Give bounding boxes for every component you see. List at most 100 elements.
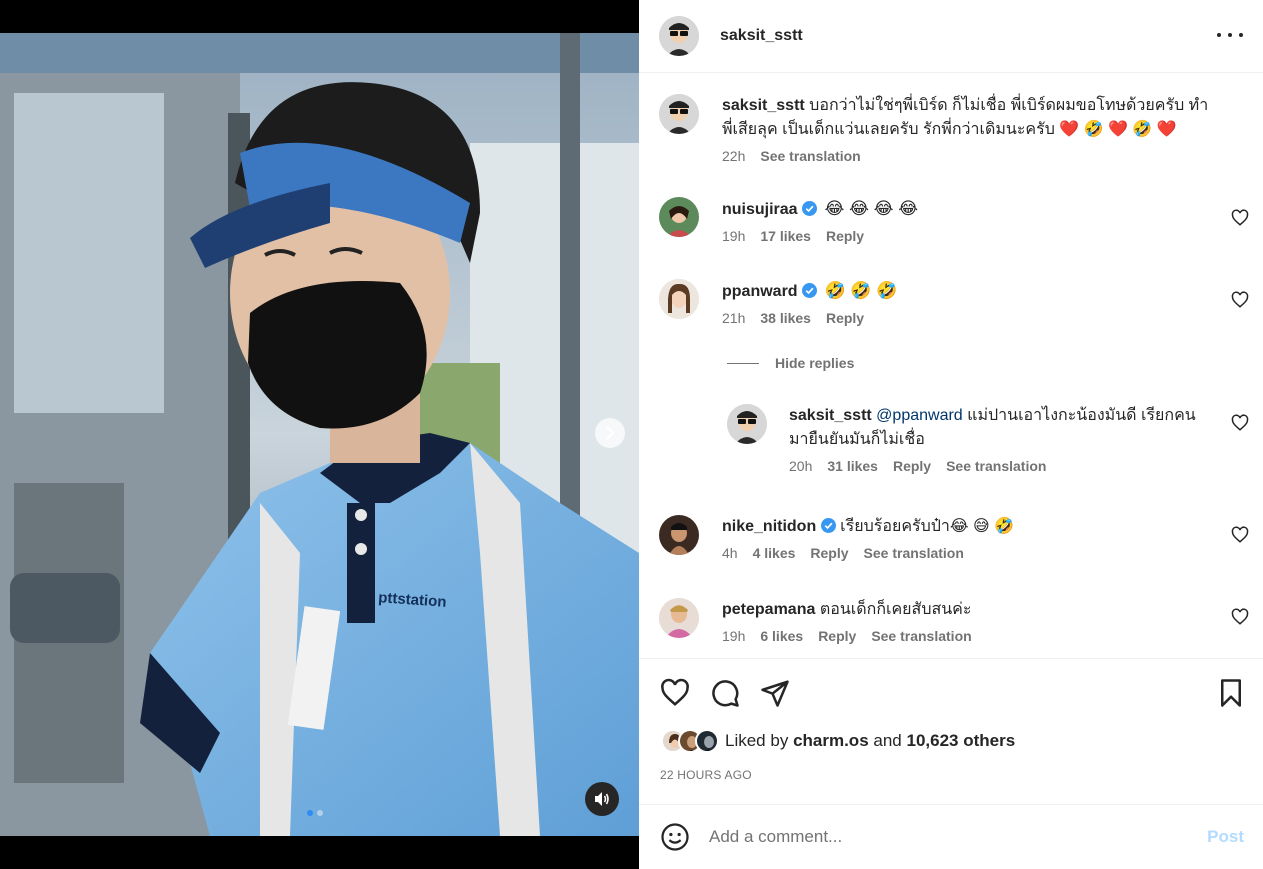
reply-avatar[interactable] bbox=[727, 404, 767, 444]
comment-body: เรียบร้อยครับป๋า😂 😅 🤣 bbox=[840, 518, 1015, 535]
comment-text: ppanward 🤣 🤣 🤣 bbox=[722, 279, 1249, 304]
comment-text: petepamana ตอนเด็กก็เคยสับสนค่ะ bbox=[722, 598, 1249, 622]
post-header: saksit_sstt bbox=[639, 0, 1263, 73]
liked-by-others[interactable]: 10,623 others bbox=[907, 731, 1016, 750]
like-comment-heart-icon[interactable] bbox=[1231, 209, 1249, 227]
see-translation-link[interactable]: See translation bbox=[946, 458, 1046, 474]
comment-body: 🤣 🤣 🤣 bbox=[824, 281, 898, 300]
caption-time[interactable]: 22h bbox=[722, 148, 745, 164]
liker-avatars bbox=[661, 729, 719, 753]
post-comment-button[interactable]: Post bbox=[1207, 827, 1244, 847]
caption-username[interactable]: saksit_sstt bbox=[722, 97, 805, 114]
emoji-smile-icon[interactable] bbox=[660, 822, 690, 852]
caption-line2: พี่เสียลุค เป็นเด็กแว่นเลยครับ รักพี่กว่… bbox=[722, 121, 1055, 138]
more-horizontal-icon bbox=[1217, 33, 1221, 37]
caption-emojis: ❤️ 🤣 ❤️ 🤣 ❤️ bbox=[1059, 121, 1177, 138]
comment-bubble-icon[interactable] bbox=[710, 678, 740, 708]
chevron-right-icon bbox=[606, 426, 615, 440]
comment-username[interactable]: petepamana bbox=[722, 601, 815, 618]
liked-by-user[interactable]: charm.os bbox=[793, 731, 869, 750]
post-timestamp[interactable]: 22 HOURS AGO bbox=[660, 768, 752, 782]
comment-input[interactable] bbox=[709, 827, 1149, 847]
hide-replies-button[interactable]: Hide replies bbox=[727, 355, 854, 371]
author-username[interactable]: saksit_sstt bbox=[720, 27, 803, 45]
comment-item: ppanward 🤣 🤣 🤣 21h 38 likes Reply bbox=[659, 279, 1249, 326]
reply-time[interactable]: 20h bbox=[789, 458, 812, 474]
verified-badge-icon bbox=[802, 283, 818, 298]
liked-by-row: Liked by charm.os and 10,623 others bbox=[661, 729, 1015, 753]
carousel-indicator bbox=[307, 810, 323, 816]
comments-list: saksit_sstt บอกว่าไม่ใช่ๆพี่เบิร์ด ก็ไม่… bbox=[639, 74, 1263, 658]
comment-likes[interactable]: 4 likes bbox=[753, 545, 796, 561]
like-heart-icon[interactable] bbox=[660, 678, 690, 708]
like-comment-heart-icon[interactable] bbox=[1231, 526, 1249, 544]
liked-by-text: Liked by charm.os and 10,623 others bbox=[725, 731, 1015, 751]
reply-button[interactable]: Reply bbox=[826, 310, 864, 326]
see-translation-link[interactable]: See translation bbox=[871, 628, 971, 644]
like-comment-heart-icon[interactable] bbox=[1231, 608, 1249, 626]
commenter-avatar[interactable] bbox=[659, 515, 699, 555]
comment-time[interactable]: 19h bbox=[722, 628, 745, 644]
like-comment-heart-icon[interactable] bbox=[1231, 414, 1249, 432]
comment-likes[interactable]: 6 likes bbox=[760, 628, 803, 644]
reply-button[interactable]: Reply bbox=[893, 458, 931, 474]
reply-username[interactable]: saksit_sstt bbox=[789, 407, 872, 424]
hide-replies-label: Hide replies bbox=[775, 355, 855, 371]
liked-by-prefix: Liked by bbox=[725, 731, 789, 750]
comment-meta: 4h 4 likes Reply See translation bbox=[722, 545, 1249, 561]
comment-username[interactable]: nike_nitidon bbox=[722, 518, 816, 535]
comment-body: ตอนเด็กก็เคยสับสนค่ะ bbox=[819, 601, 972, 618]
reply-meta: 20h 31 likes Reply See translation bbox=[789, 458, 1249, 474]
comment-text: nike_nitidon เรียบร้อยครับป๋า😂 😅 🤣 bbox=[722, 515, 1249, 539]
commenter-avatar[interactable] bbox=[659, 598, 699, 638]
author-avatar[interactable] bbox=[659, 16, 699, 56]
comment-body: 😂 😂 😂 😂 bbox=[824, 199, 919, 218]
reply-button[interactable]: Reply bbox=[810, 545, 848, 561]
audio-toggle-button[interactable] bbox=[585, 782, 619, 816]
save-bookmark-icon[interactable] bbox=[1216, 678, 1246, 708]
commenter-avatar[interactable] bbox=[659, 279, 699, 319]
caption-text: saksit_sstt บอกว่าไม่ใช่ๆพี่เบิร์ด ก็ไม่… bbox=[722, 94, 1249, 142]
verified-badge-icon bbox=[802, 201, 818, 216]
comment-time[interactable]: 19h bbox=[722, 228, 745, 244]
caption-meta: 22h See translation bbox=[722, 148, 1249, 164]
comment-username[interactable]: ppanward bbox=[722, 283, 798, 300]
comment-meta: 19h 6 likes Reply See translation bbox=[722, 628, 1249, 644]
comment-likes[interactable]: 17 likes bbox=[760, 228, 811, 244]
reply-button[interactable]: Reply bbox=[826, 228, 864, 244]
reply-likes[interactable]: 31 likes bbox=[827, 458, 878, 474]
see-translation-link[interactable]: See translation bbox=[760, 148, 860, 164]
add-comment-bar: Post bbox=[639, 804, 1263, 869]
comment-likes[interactable]: 38 likes bbox=[760, 310, 811, 326]
comment-time[interactable]: 4h bbox=[722, 545, 738, 561]
post-details-panel: saksit_sstt saksit_sstt บอกว่าไม่ใช่ๆพี่… bbox=[639, 0, 1263, 869]
comment-time[interactable]: 21h bbox=[722, 310, 745, 326]
share-paper-plane-icon[interactable] bbox=[760, 678, 790, 708]
verified-badge-icon bbox=[820, 518, 836, 533]
comment-item: petepamana ตอนเด็กก็เคยสับสนค่ะ 19h 6 li… bbox=[659, 598, 1249, 644]
carousel-dot-active bbox=[307, 810, 313, 816]
comment-item: nuisujiraa 😂 😂 😂 😂 19h 17 likes Reply bbox=[659, 197, 1249, 244]
see-translation-link[interactable]: See translation bbox=[864, 545, 964, 561]
instagram-post-modal: pttstation saksit_sstt saksit_sstt บอกว่… bbox=[0, 0, 1263, 869]
reply-item: saksit_sstt @ppanward แม่ปานเอาไงกะน้องม… bbox=[727, 404, 1249, 474]
caption-avatar[interactable] bbox=[659, 94, 699, 134]
caption-line1: บอกว่าไม่ใช่ๆพี่เบิร์ด ก็ไม่เชื่อ พี่เบิ… bbox=[809, 97, 1209, 114]
carousel-next-button[interactable] bbox=[595, 418, 625, 448]
commenter-avatar[interactable] bbox=[659, 197, 699, 237]
comment-username[interactable]: nuisujiraa bbox=[722, 201, 798, 218]
liked-by-and: and bbox=[873, 731, 902, 750]
more-options-button[interactable] bbox=[1217, 25, 1243, 45]
comment-meta: 19h 17 likes Reply bbox=[722, 228, 1249, 244]
comment-item: nike_nitidon เรียบร้อยครับป๋า😂 😅 🤣 4h 4 … bbox=[659, 515, 1249, 561]
speaker-icon bbox=[595, 792, 609, 806]
reply-mention[interactable]: @ppanward bbox=[876, 407, 963, 424]
comment-meta: 21h 38 likes Reply bbox=[722, 310, 1249, 326]
caption: saksit_sstt บอกว่าไม่ใช่ๆพี่เบิร์ด ก็ไม่… bbox=[659, 94, 1249, 164]
like-comment-heart-icon[interactable] bbox=[1231, 291, 1249, 309]
post-photo: pttstation bbox=[0, 33, 639, 836]
liker-avatar[interactable] bbox=[695, 729, 719, 753]
post-media-panel: pttstation bbox=[0, 0, 639, 869]
reply-button[interactable]: Reply bbox=[818, 628, 856, 644]
reply-text: saksit_sstt @ppanward แม่ปานเอาไงกะน้องม… bbox=[789, 404, 1249, 452]
